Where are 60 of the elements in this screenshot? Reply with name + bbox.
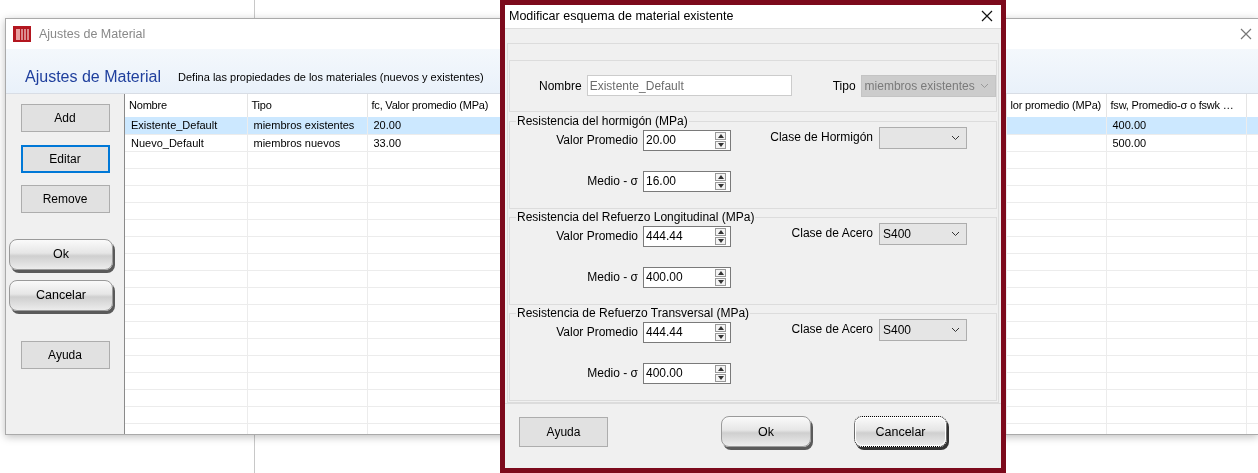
header-subtitle: Defina las propiedades de los materiales (nuevos y existentes) (178, 69, 484, 85)
side-button[interactable]: Ayuda (20, 341, 110, 369)
header-title: Ajustes de Material (25, 69, 162, 85)
field-label: Valor Promedio (555, 132, 639, 150)
number-field[interactable]: 400.00 (644, 363, 714, 383)
table-cell: Existente_Default (125, 117, 247, 134)
spin-up-button[interactable] (715, 172, 726, 181)
spin-up-button[interactable] (715, 323, 726, 332)
spin-up-button[interactable] (715, 364, 726, 373)
dialog-button[interactable]: Ayuda (519, 417, 608, 447)
number-field[interactable]: 400.00 (644, 267, 714, 287)
app-icon (13, 26, 31, 42)
spin-box[interactable]: 400.00 (643, 266, 731, 288)
field-label: Medio - σ (586, 269, 639, 287)
spin-down-button[interactable] (715, 181, 726, 190)
spin-box[interactable]: 16.00 (643, 170, 731, 192)
class-dropdown[interactable]: S400 (879, 319, 967, 342)
spin-down-button[interactable] (715, 140, 726, 149)
close-icon[interactable] (981, 10, 993, 23)
spin-box[interactable]: 400.00 (643, 362, 731, 384)
field-label: Valor Promedio (555, 324, 639, 342)
number-field[interactable]: 444.44 (644, 226, 714, 246)
number-field[interactable]: 16.00 (644, 171, 714, 191)
number-field[interactable]: 444.44 (644, 322, 714, 342)
side-button[interactable]: Cancelar (9, 280, 113, 311)
side-button[interactable]: Editar (20, 145, 110, 173)
field-label: Clase de Acero (790, 321, 874, 339)
spin-up-button[interactable] (715, 268, 726, 277)
field-label: Medio - σ (586, 365, 639, 383)
spin-down-button[interactable] (715, 277, 726, 286)
window-title: Ajustes de Material (39, 25, 146, 43)
spin-box[interactable]: 20.00 (643, 129, 731, 151)
chevron-icon (951, 231, 960, 238)
spin-up-button[interactable] (715, 131, 726, 140)
dialog-title: Modificar esquema de material existente (509, 8, 734, 26)
table-cell: Nuevo_Default (125, 134, 247, 151)
side-button[interactable]: Add (20, 104, 110, 132)
field-label: Nombre (539, 77, 582, 95)
field-label: Tipo (832, 77, 856, 95)
field-label: Valor Promedio (555, 228, 639, 246)
dialog-button[interactable]: Cancelar (854, 416, 947, 448)
chevron-icon (951, 327, 960, 334)
chevron-icon (951, 135, 960, 142)
spin-down-button[interactable] (715, 373, 726, 382)
spin-down-button[interactable] (715, 332, 726, 341)
spin-box[interactable]: 444.44 (643, 321, 731, 343)
table-cell: miembros existentes (247, 117, 367, 134)
table-cell: miembros nuevos (247, 134, 367, 151)
field-label: Medio - σ (586, 173, 639, 191)
side-button[interactable]: Ok (9, 239, 113, 270)
table-cell: 500.00 (1106, 134, 1246, 151)
field-label: Clase de Acero (790, 225, 874, 243)
spin-up-button[interactable] (715, 227, 726, 236)
class-dropdown[interactable]: S400 (879, 223, 967, 246)
chevron-icon (980, 82, 989, 89)
table-cell: 400.00 (1106, 117, 1246, 134)
spin-down-button[interactable] (715, 236, 726, 245)
side-button[interactable]: Remove (20, 185, 110, 213)
dialog-button[interactable]: Ok (721, 416, 811, 448)
spin-box[interactable]: 444.44 (643, 225, 731, 247)
